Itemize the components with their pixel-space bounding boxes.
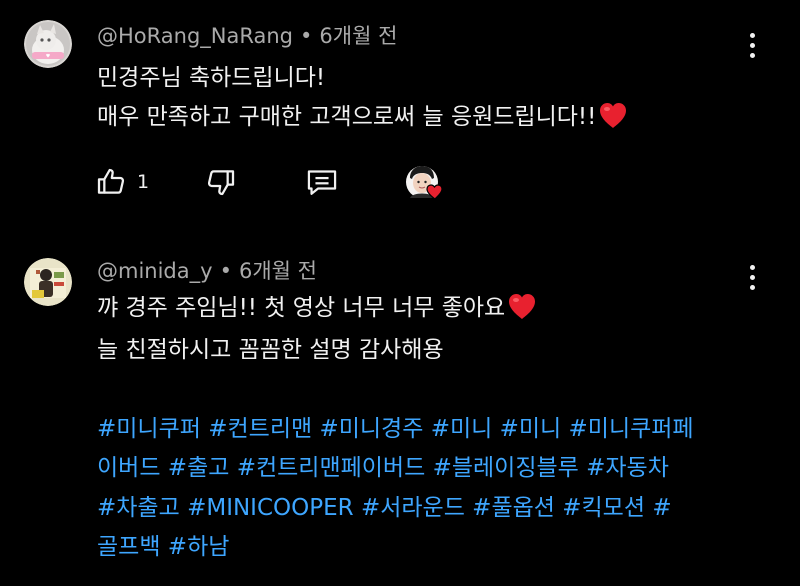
hashtag-link[interactable]: #하남 [168,534,230,560]
hashtag-link[interactable]: #서라운드 [361,495,465,521]
hashtag-line: 이버드 #출고 #컨트리맨페이버드 #블레이징블루 #자동차 [97,450,669,486]
like-count: 1 [137,171,150,193]
hashtag-link[interactable]: 이버드 [97,455,160,481]
comment-meta: @HoRang_NaRang • 6개월 전 [97,21,397,51]
reply-icon[interactable] [305,166,339,198]
hashtag-link[interactable]: #차출고 [97,495,180,521]
hashtag-link[interactable]: #미니쿠퍼 [97,416,201,442]
like-button[interactable]: 1 [95,162,149,202]
hashtag-link[interactable]: #출고 [168,455,230,481]
hashtag-link[interactable]: # [652,495,671,521]
hashtag-link[interactable]: #컨트리맨 [208,416,312,442]
cat-avatar-icon[interactable]: ♥ [24,20,72,68]
hashtag-line: #미니쿠퍼 #컨트리맨 #미니경주 #미니 #미니 #미니쿠퍼페 [97,411,694,447]
comment-time[interactable]: 6개월 전 [239,259,317,283]
hashtag-link[interactable]: #컨트리맨페이버드 [237,455,426,481]
hashtag-link[interactable]: 골프백 [97,534,160,560]
comment-author[interactable]: @minida_y [97,259,213,283]
reply-button[interactable] [305,162,339,202]
hashtag-line: #차출고 #MINICOOPER #서라운드 #풀옵션 #킥모션 # [97,490,672,526]
hashtag-link[interactable]: #자동차 [586,455,669,481]
comment-text-line: 매우 만족하고 구매한 고객으로써 늘 응원드립니다!! [97,99,628,135]
comment-actions: 1 [95,162,455,202]
hashtag-link[interactable]: #미니쿠퍼페 [569,416,694,442]
comment-thread: @minida_y • 6개월 전 꺄 경주 주임님!! 첫 영상 너무 너무 좋아… [0,240,800,586]
heart-emoji [600,103,627,128]
hashtag-link[interactable]: #미니 [500,416,562,442]
comment-author[interactable]: @HoRang_NaRang [97,24,293,48]
creator-heart [402,162,446,202]
comment-text-line: 늘 친절하시고 꼼꼼한 설명 감사해용 [97,337,444,363]
meta-separator: • [219,259,232,283]
creator-heart-icon [406,166,443,200]
hashtag-link[interactable]: #풀옵션 [472,495,555,521]
hashtag-link[interactable]: #블레이징블루 [433,455,579,481]
dislike-button[interactable] [205,162,237,202]
hashtag-link[interactable]: #미니경주 [319,416,423,442]
user-avatar-icon[interactable] [24,258,72,306]
more-options-icon[interactable] [740,262,764,292]
comment-text-line: 꺄 경주 주임님!! 첫 영상 너무 너무 좋아요 [97,290,537,326]
hashtag-link[interactable]: #미니 [431,416,493,442]
comment-meta: @minida_y • 6개월 전 [97,256,317,286]
comment-time[interactable]: 6개월 전 [319,24,397,48]
dislike-icon[interactable] [205,166,237,198]
like-icon[interactable] [95,166,127,198]
hashtag-link[interactable]: #MINICOOPER [187,495,354,521]
hashtag-link[interactable]: #킥모션 [562,495,645,521]
comment-thread: ♥ @HoRang_NaRang • 6개월 전 민경주님 축하드립니다! 매우 만… [0,0,800,215]
svg-text:♥: ♥ [46,54,51,60]
heart-emoji [509,294,536,319]
meta-separator: • [300,24,313,48]
more-options-icon[interactable] [740,30,764,60]
comment-text-line: 민경주님 축하드립니다! [97,65,326,91]
hashtag-line: 골프백 #하남 [97,529,229,565]
